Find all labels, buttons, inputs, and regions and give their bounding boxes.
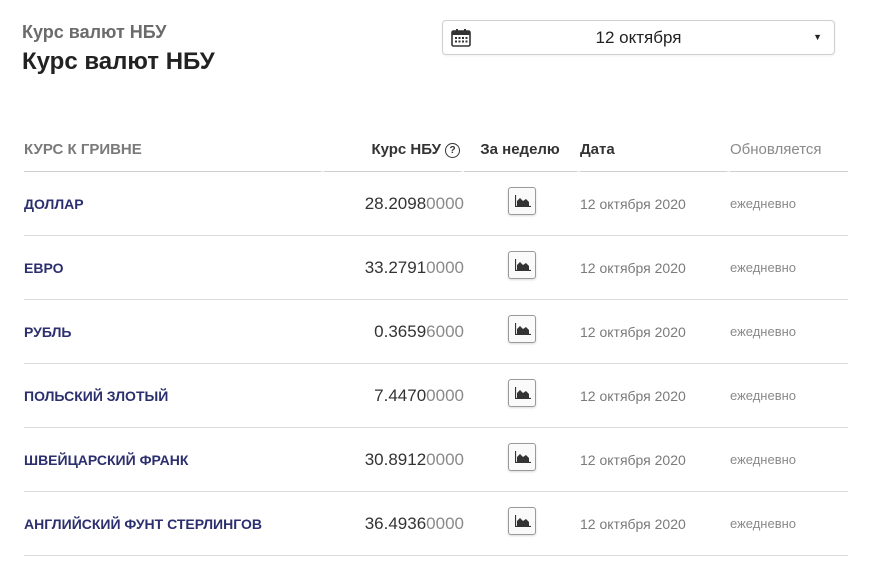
update-frequency: ежедневно — [730, 300, 848, 364]
update-frequency: ежедневно — [730, 364, 848, 428]
date-select[interactable]: 12 октября ▼ — [442, 20, 835, 55]
week-chart-button[interactable] — [508, 379, 536, 407]
currency-name[interactable]: ЕВРО — [24, 236, 324, 300]
rate-tail: 0000 — [426, 513, 464, 533]
rate-tail: 0000 — [426, 193, 464, 213]
area-chart-icon — [515, 515, 531, 527]
area-chart-icon — [515, 451, 531, 463]
column-header-week: За неделю — [464, 128, 580, 172]
chevron-down-icon: ▼ — [813, 32, 822, 42]
currency-name[interactable]: АНГЛИЙСКИЙ ФУНТ СТЕРЛИНГОВ — [24, 492, 324, 556]
page-subtitle: Курс валют НБУ — [22, 22, 167, 42]
rate-tail: 0000 — [426, 257, 464, 277]
rate-value: 7.44700000 — [324, 364, 464, 428]
table-header-row: КУРС К ГРИВНЕ Курс НБУ? За неделю Дата О… — [24, 128, 848, 172]
area-chart-icon — [515, 387, 531, 399]
area-chart-icon — [515, 195, 531, 207]
currency-name[interactable]: РУБЛЬ — [24, 300, 324, 364]
rate-value: 30.89120000 — [324, 428, 464, 492]
rate-date: 12 октября 2020 — [580, 236, 730, 300]
rate-date: 12 октября 2020 — [580, 364, 730, 428]
rate-tail: 6000 — [426, 321, 464, 341]
rate-date: 12 октября 2020 — [580, 428, 730, 492]
week-chart-cell — [464, 236, 580, 300]
rate-main: 36.4936 — [364, 513, 427, 533]
table-row: ШВЕЙЦАРСКИЙ ФРАНК 30.89120000 12 октября… — [24, 428, 848, 492]
week-chart-cell — [464, 364, 580, 428]
table-row: ЕВРО 33.27910000 12 октября 2020 ежеднев… — [24, 236, 848, 300]
update-frequency: ежедневно — [730, 492, 848, 556]
week-chart-cell — [464, 428, 580, 492]
rate-value: 0.36596000 — [324, 300, 464, 364]
update-frequency: ежедневно — [730, 172, 848, 236]
column-header-rate: Курс НБУ? — [324, 128, 464, 172]
column-header-rate-label: Курс НБУ — [371, 141, 441, 158]
rate-main: 7.4470 — [374, 385, 427, 405]
rate-main: 0.3659 — [374, 321, 427, 341]
column-header-currency-label: КУРС К ГРИВНЕ — [24, 141, 142, 158]
currency-name[interactable]: ШВЕЙЦАРСКИЙ ФРАНК — [24, 428, 324, 492]
rate-main: 30.8912 — [364, 449, 427, 469]
rate-value: 28.20980000 — [324, 172, 464, 236]
week-chart-button[interactable] — [508, 251, 536, 279]
update-frequency: ежедневно — [730, 236, 848, 300]
rate-date: 12 октября 2020 — [580, 300, 730, 364]
table-row: ДОЛЛАР 28.20980000 12 октября 2020 ежедн… — [24, 172, 848, 236]
area-chart-icon — [515, 259, 531, 271]
rate-value: 36.49360000 — [324, 492, 464, 556]
rate-main: 33.2791 — [364, 257, 427, 277]
date-select-value: 12 октября — [595, 27, 682, 47]
currency-name[interactable]: ДОЛЛАР — [24, 172, 324, 236]
week-chart-button[interactable] — [508, 315, 536, 343]
update-frequency: ежедневно — [730, 428, 848, 492]
help-icon[interactable]: ? — [445, 143, 460, 158]
week-chart-cell — [464, 172, 580, 236]
rate-main: 28.2098 — [364, 193, 427, 213]
week-chart-button[interactable] — [508, 443, 536, 471]
column-header-currency: КУРС К ГРИВНЕ — [24, 128, 324, 172]
week-chart-cell — [464, 300, 580, 364]
area-chart-icon — [515, 323, 531, 335]
rate-tail: 0000 — [426, 449, 464, 469]
week-chart-cell — [464, 492, 580, 556]
table-row: ПОЛЬСКИЙ ЗЛОТЫЙ 7.44700000 12 октября 20… — [24, 364, 848, 428]
table-row: АНГЛИЙСКИЙ ФУНТ СТЕРЛИНГОВ 36.49360000 1… — [24, 492, 848, 556]
week-chart-button[interactable] — [508, 507, 536, 535]
column-header-updated: Обновляется — [730, 128, 848, 172]
rate-tail: 0000 — [426, 385, 464, 405]
rate-value: 33.27910000 — [324, 236, 464, 300]
table-row: РУБЛЬ 0.36596000 12 октября 2020 ежеднев… — [24, 300, 848, 364]
rate-date: 12 октября 2020 — [580, 172, 730, 236]
currency-name[interactable]: ПОЛЬСКИЙ ЗЛОТЫЙ — [24, 364, 324, 428]
column-header-date: Дата — [580, 128, 730, 172]
page-title: Курс валют НБУ — [22, 48, 215, 75]
rates-table: КУРС К ГРИВНЕ Курс НБУ? За неделю Дата О… — [24, 128, 848, 556]
week-chart-button[interactable] — [508, 187, 536, 215]
rate-date: 12 октября 2020 — [580, 492, 730, 556]
